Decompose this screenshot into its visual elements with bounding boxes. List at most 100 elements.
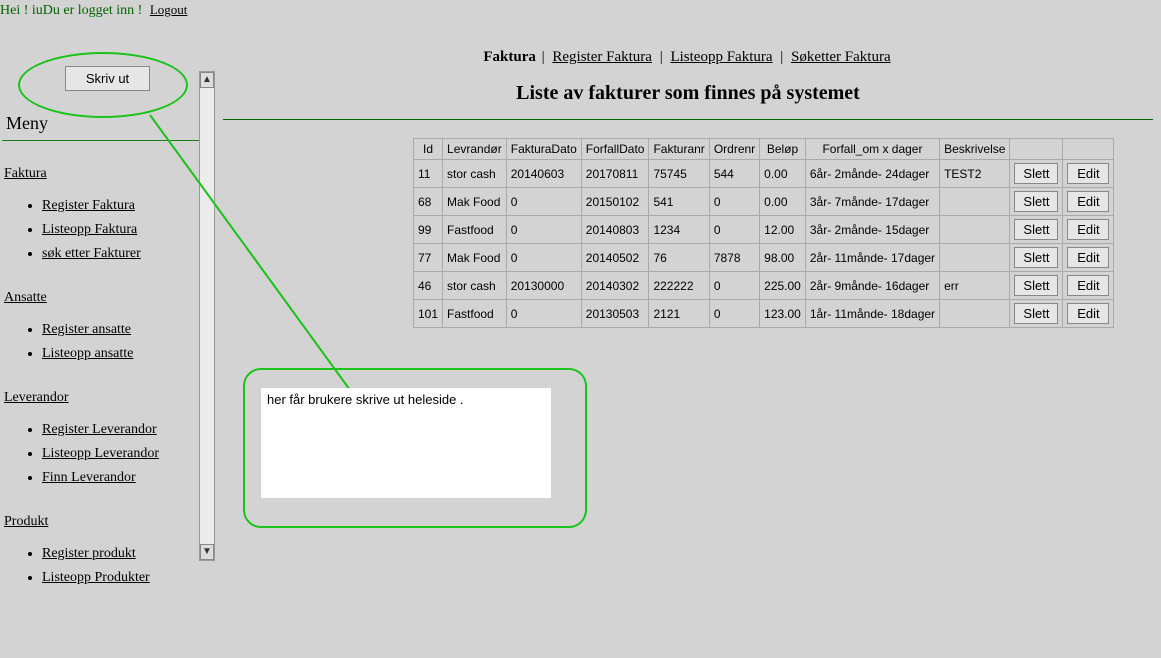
col-header: FakturaDato bbox=[506, 139, 581, 160]
cell-fn: 76 bbox=[649, 244, 709, 272]
cell-bel: 12.00 bbox=[760, 216, 806, 244]
table-row: 101Fastfood02013050321210123.001år- 11må… bbox=[414, 300, 1114, 328]
cell-besk bbox=[940, 188, 1010, 216]
edit-button[interactable]: Edit bbox=[1067, 303, 1109, 324]
cell-fn: 2121 bbox=[649, 300, 709, 328]
scroll-up-icon[interactable]: ▲ bbox=[200, 72, 214, 88]
cell-forf: 2år- 9månde- 16dager bbox=[805, 272, 939, 300]
col-header: Id bbox=[414, 139, 443, 160]
cell-lev: Fastfood bbox=[443, 216, 507, 244]
cell-id: 11 bbox=[414, 160, 443, 188]
logout-link[interactable]: Logout bbox=[150, 2, 188, 17]
cell-ffd: 20140502 bbox=[581, 244, 649, 272]
cell-ffd: 20150102 bbox=[581, 188, 649, 216]
cell-bel: 0.00 bbox=[760, 188, 806, 216]
cell-bel: 123.00 bbox=[760, 300, 806, 328]
breadcrumb-link-listeopp[interactable]: Listeopp Faktura bbox=[670, 49, 772, 65]
edit-button[interactable]: Edit bbox=[1067, 163, 1109, 184]
cell-fn: 1234 bbox=[649, 216, 709, 244]
cell-id: 101 bbox=[414, 300, 443, 328]
edit-button[interactable]: Edit bbox=[1067, 219, 1109, 240]
annotation-text: her får brukere skrive ut heleside . bbox=[261, 388, 551, 498]
table-row: 68Mak Food02015010254100.003år- 7månde- … bbox=[414, 188, 1114, 216]
faktura-table: IdLevrandørFakturaDatoForfallDatoFaktura… bbox=[413, 138, 1114, 328]
menu-item: Listeopp Faktura bbox=[42, 222, 215, 238]
menu-section-faktura[interactable]: Faktura bbox=[4, 166, 215, 182]
menu-section-produkt[interactable]: Produkt bbox=[4, 514, 215, 530]
cell-on: 0 bbox=[709, 272, 759, 300]
cell-ffd: 20140302 bbox=[581, 272, 649, 300]
col-header-blank bbox=[1010, 139, 1063, 160]
col-header: Beløp bbox=[760, 139, 806, 160]
cell-on: 7878 bbox=[709, 244, 759, 272]
cell-id: 46 bbox=[414, 272, 443, 300]
cell-besk bbox=[940, 244, 1010, 272]
table-row: 99Fastfood0201408031234012.003år- 2månde… bbox=[414, 216, 1114, 244]
print-button[interactable]: Skriv ut bbox=[65, 66, 150, 91]
cell-lev: stor cash bbox=[443, 160, 507, 188]
menu-item: Finn Leverandor bbox=[42, 470, 215, 486]
menu-link[interactable]: Listeopp Leverandor bbox=[42, 446, 159, 461]
breadcrumb-main: Faktura bbox=[483, 49, 536, 65]
menu-link[interactable]: søk etter Fakturer bbox=[42, 246, 141, 261]
slett-button[interactable]: Slett bbox=[1014, 247, 1058, 268]
cell-lev: Mak Food bbox=[443, 244, 507, 272]
edit-button[interactable]: Edit bbox=[1067, 191, 1109, 212]
cell-bel: 0.00 bbox=[760, 160, 806, 188]
col-header: Levrandør bbox=[443, 139, 507, 160]
cell-on: 0 bbox=[709, 300, 759, 328]
cell-fd: 0 bbox=[506, 244, 581, 272]
cell-lev: stor cash bbox=[443, 272, 507, 300]
cell-besk: err bbox=[940, 272, 1010, 300]
col-header: Fakturanr bbox=[649, 139, 709, 160]
breadcrumb-link-register[interactable]: Register Faktura bbox=[552, 49, 652, 65]
cell-fd: 0 bbox=[506, 188, 581, 216]
col-header: Ordrenr bbox=[709, 139, 759, 160]
menu-link[interactable]: Register ansatte bbox=[42, 322, 131, 337]
cell-lev: Mak Food bbox=[443, 188, 507, 216]
breadcrumb: Faktura | Register Faktura | Listeopp Fa… bbox=[223, 21, 1153, 76]
menu-link[interactable]: Register Leverandor bbox=[42, 422, 157, 437]
menu-link[interactable]: Register Faktura bbox=[42, 198, 135, 213]
separator bbox=[223, 119, 1153, 120]
menu-link[interactable]: Listeopp ansatte bbox=[42, 346, 133, 361]
menu-link[interactable]: Finn Leverandor bbox=[42, 470, 136, 485]
menu-item: Listeopp ansatte bbox=[42, 346, 215, 362]
menu-section-leverandor[interactable]: Leverandor bbox=[4, 390, 215, 406]
table-row: 46stor cash20130000201403022222220225.00… bbox=[414, 272, 1114, 300]
slett-button[interactable]: Slett bbox=[1014, 275, 1058, 296]
edit-button[interactable]: Edit bbox=[1067, 275, 1109, 296]
cell-besk bbox=[940, 300, 1010, 328]
cell-forf: 3år- 2månde- 15dager bbox=[805, 216, 939, 244]
cell-bel: 225.00 bbox=[760, 272, 806, 300]
cell-fd: 0 bbox=[506, 300, 581, 328]
logged-in-text: Du er logget inn ! bbox=[43, 3, 146, 18]
slett-button[interactable]: Slett bbox=[1014, 163, 1058, 184]
breadcrumb-link-soketter[interactable]: Søketter Faktura bbox=[791, 49, 891, 65]
cell-on: 0 bbox=[709, 188, 759, 216]
greeting-user: iu bbox=[32, 3, 43, 18]
cell-forf: 2år- 11månde- 17dager bbox=[805, 244, 939, 272]
menu-link[interactable]: Listeopp Produkter bbox=[42, 570, 150, 585]
sidebar-scrollbar[interactable]: ▲ ▼ bbox=[199, 71, 215, 561]
menu-section-ansatte[interactable]: Ansatte bbox=[4, 290, 215, 306]
cell-ffd: 20140803 bbox=[581, 216, 649, 244]
slett-button[interactable]: Slett bbox=[1014, 303, 1058, 324]
slett-button[interactable]: Slett bbox=[1014, 191, 1058, 212]
cell-ffd: 20130503 bbox=[581, 300, 649, 328]
menu-link[interactable]: Listeopp Faktura bbox=[42, 222, 137, 237]
edit-button[interactable]: Edit bbox=[1067, 247, 1109, 268]
menu-item: Register Faktura bbox=[42, 198, 215, 214]
scroll-down-icon[interactable]: ▼ bbox=[200, 544, 214, 560]
menu-item: Register ansatte bbox=[42, 322, 215, 338]
cell-forf: 3år- 7månde- 17dager bbox=[805, 188, 939, 216]
top-bar: Hei ! iuDu er logget inn ! Logout bbox=[0, 0, 1161, 21]
menu-item: Register Leverandor bbox=[42, 422, 215, 438]
slett-button[interactable]: Slett bbox=[1014, 219, 1058, 240]
col-header: Forfall_om x dager bbox=[805, 139, 939, 160]
menu-link[interactable]: Register produkt bbox=[42, 546, 136, 561]
cell-on: 544 bbox=[709, 160, 759, 188]
cell-fd: 0 bbox=[506, 216, 581, 244]
col-header-blank bbox=[1063, 139, 1114, 160]
cell-besk bbox=[940, 216, 1010, 244]
